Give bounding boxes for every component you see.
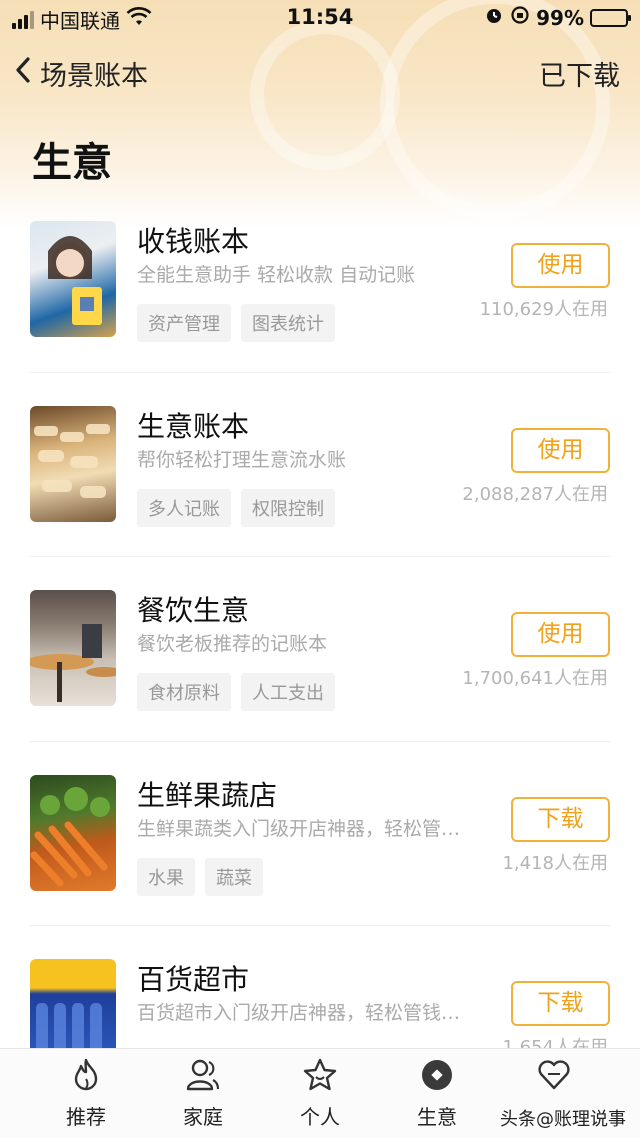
list-item[interactable]: 百货超市 百货超市入门级开店神器，轻松管钱… 下载 1,654人在用 [30, 926, 610, 1048]
tag-group: 多人记账 权限控制 [137, 488, 335, 527]
section-title: 生意 [32, 140, 112, 186]
tab-label: 生意 [417, 1105, 457, 1129]
flame-icon [22, 1057, 150, 1097]
use-button[interactable]: 使用 [511, 427, 610, 473]
ledger-title: 生意账本 [137, 409, 250, 443]
back-button[interactable]: 场景账本 [14, 54, 148, 93]
status-bar: 中国联通 11:54 99% [0, 0, 640, 36]
tag: 权限控制 [241, 488, 335, 527]
ledger-thumbnail [30, 590, 116, 706]
downloaded-button[interactable]: 已下载 [539, 54, 620, 93]
list-item[interactable]: 收钱账本 全能生意助手 轻松收款 自动记账 资产管理 图表统计 使用 110,6… [30, 188, 610, 373]
rotation-lock-icon [510, 5, 530, 30]
battery-percent: 99% [536, 5, 584, 30]
battery-icon [590, 8, 631, 27]
alarm-icon [484, 5, 504, 30]
heart-icon [490, 1057, 618, 1097]
star-icon [256, 1057, 384, 1097]
use-button[interactable]: 使用 [511, 612, 610, 657]
ledger-title: 百货超市 [137, 963, 250, 996]
tag: 图表统计 [241, 304, 335, 342]
tag-group: 食材原料 人工支出 [137, 673, 335, 711]
tab-family[interactable]: 家庭 [139, 1057, 267, 1130]
tab-favorite[interactable] [490, 1057, 618, 1101]
ledger-description: 百货超市入门级开店神器，轻松管钱… [137, 1002, 461, 1024]
ledger-thumbnail [30, 774, 116, 891]
ledger-thumbnail [30, 959, 116, 1048]
tab-label: 推荐 [66, 1105, 106, 1129]
screen: 中国联通 11:54 99% 场景账本 已下载 生意 收钱账本 全能生意助手 轻… [0, 0, 640, 1138]
user-count: 1,700,641人在用 [462, 668, 608, 689]
tag: 蔬菜 [205, 857, 263, 896]
tag: 多人记账 [137, 488, 231, 527]
tab-label: 个人 [300, 1105, 340, 1129]
user-count: 1,418人在用 [502, 852, 608, 874]
tab-personal[interactable]: 个人 [256, 1057, 384, 1130]
list-item[interactable]: 餐饮生意 餐饮老板推荐的记账本 食材原料 人工支出 使用 1,700,641人在… [30, 557, 610, 742]
tag: 人工支出 [241, 673, 335, 711]
ledger-thumbnail [30, 221, 116, 337]
tag: 食材原料 [137, 673, 231, 711]
download-button[interactable]: 下载 [511, 796, 610, 842]
ledger-thumbnail [30, 405, 116, 522]
coin-decoration [250, 20, 400, 170]
ledger-title: 收钱账本 [137, 225, 250, 258]
list-item[interactable]: 生意账本 帮你轻松打理生意流水账 多人记账 权限控制 使用 2,088,287人… [30, 373, 610, 557]
tab-label: 家庭 [183, 1105, 223, 1129]
ledger-list: 收钱账本 全能生意助手 轻松收款 自动记账 资产管理 图表统计 使用 110,6… [0, 188, 640, 1048]
watermark: 头条@账理说事 [500, 1109, 626, 1130]
coin-icon [373, 1057, 501, 1097]
use-button[interactable]: 使用 [511, 243, 610, 288]
chevron-left-icon [14, 56, 32, 91]
user-count: 1,654人在用 [502, 1037, 608, 1048]
ledger-description: 餐饮老板推荐的记账本 [137, 633, 328, 655]
user-count: 110,629人在用 [479, 299, 608, 320]
ledger-description: 全能生意助手 轻松收款 自动记账 [137, 264, 416, 286]
tag-group: 资产管理 图表统计 [137, 304, 335, 342]
ledger-description: 帮你轻松打理生意流水账 [137, 448, 347, 471]
ledger-description: 生鲜果蔬类入门级开店神器，轻松管… [137, 817, 461, 840]
download-button[interactable]: 下载 [511, 981, 610, 1026]
user-count: 2,088,287人在用 [462, 483, 608, 505]
ledger-title: 生鲜果蔬店 [137, 778, 278, 812]
tag: 水果 [137, 857, 195, 896]
family-icon [139, 1057, 267, 1097]
tab-business[interactable]: 生意 [373, 1057, 501, 1130]
tag: 资产管理 [137, 304, 231, 342]
list-item[interactable]: 生鲜果蔬店 生鲜果蔬类入门级开店神器，轻松管… 水果 蔬菜 下载 1,418人在… [30, 742, 610, 926]
tag-group: 水果 蔬菜 [137, 857, 263, 896]
ledger-title: 餐饮生意 [137, 594, 250, 627]
tab-recommend[interactable]: 推荐 [22, 1057, 150, 1130]
back-label: 场景账本 [40, 61, 148, 92]
nav-bar: 场景账本 已下载 [0, 50, 640, 94]
